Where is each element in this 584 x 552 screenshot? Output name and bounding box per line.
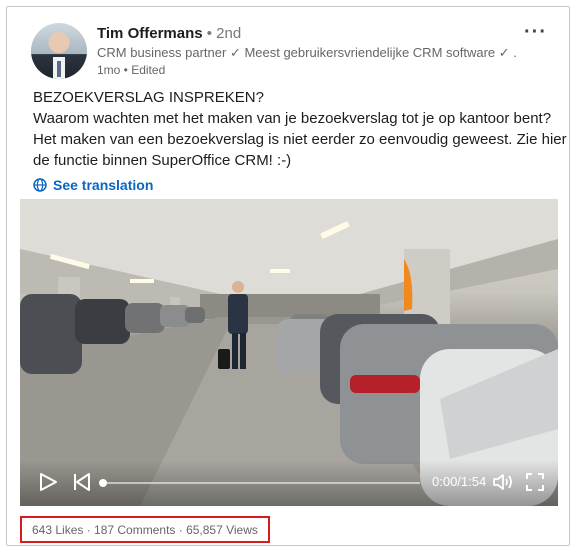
author-headline: CRM business partner ✓ Meest gebruikersv… — [97, 45, 517, 60]
post-body: BEZOEKVERSLAG INSPREKEN? Waarom wachten … — [33, 87, 567, 171]
video-progress-handle[interactable] — [99, 479, 107, 487]
globe-icon — [33, 178, 47, 192]
post-body-line: BEZOEKVERSLAG INSPREKEN? — [33, 89, 264, 106]
play-icon[interactable] — [38, 472, 58, 492]
skip-back-icon[interactable] — [72, 472, 92, 492]
more-options-button[interactable]: ··· — [524, 21, 547, 44]
fullscreen-icon[interactable] — [525, 472, 545, 492]
see-translation-link[interactable]: See translation — [33, 177, 153, 193]
see-translation-label: See translation — [53, 177, 154, 193]
more-icon: ··· — [524, 21, 547, 43]
video-time: 0:00/1:54 — [432, 474, 487, 489]
engagement-stats: 643 Likes · 187 Comments · 65,857 Views — [20, 516, 270, 543]
post-body-line: Het maken van een bezoekverslag is niet … — [33, 131, 567, 148]
author-line: Tim Offermans • 2nd — [97, 25, 241, 42]
volume-icon[interactable] — [492, 472, 516, 492]
author-name[interactable]: Tim Offermans — [97, 25, 203, 42]
post-body-line: Waarom wachten met het maken van je bezo… — [33, 110, 552, 127]
video-controls: 0:00/1:54 — [20, 460, 558, 506]
post-time: 1mo • Edited — [97, 63, 166, 77]
connection-degree: • 2nd — [202, 25, 242, 42]
post-body-line: de functie binnen SuperOffice CRM! :-) — [33, 152, 292, 169]
video-player[interactable]: 0:00/1:54 — [20, 199, 558, 506]
video-progress-bar[interactable] — [99, 479, 420, 487]
author-avatar[interactable] — [31, 23, 87, 79]
post-card: Tim Offermans • 2nd CRM business partner… — [6, 6, 570, 546]
